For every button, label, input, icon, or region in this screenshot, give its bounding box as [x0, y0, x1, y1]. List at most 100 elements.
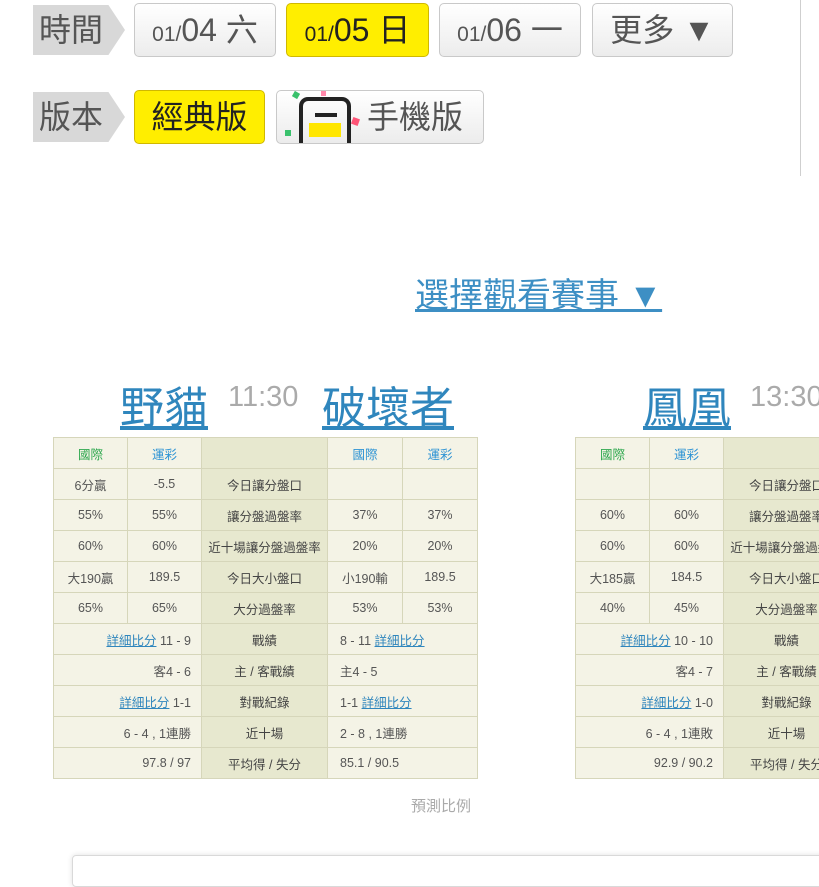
- date-button-0104[interactable]: 01/04 六: [134, 3, 276, 57]
- row-label: 大分過盤率: [724, 593, 819, 624]
- cell: 20%: [328, 531, 403, 562]
- confetti-pink-icon: [321, 91, 326, 96]
- table-row: 92.9 / 90.2 平均得 / 失分: [576, 748, 819, 779]
- table-row: 客4 - 7 主 / 客戰績: [576, 655, 819, 686]
- h2h-value: 1-1: [173, 696, 191, 710]
- cell: 大185贏: [576, 562, 650, 593]
- cell: 53%: [403, 593, 478, 624]
- table-row: 今日讓分盤口: [576, 469, 819, 500]
- classic-version-button[interactable]: 經典版: [134, 90, 265, 144]
- cell: 45%: [650, 593, 724, 624]
- time-row-label: 時間: [33, 5, 125, 55]
- row-label: 今日大小盤口: [202, 562, 328, 593]
- cell: 詳細比分 11 - 9: [54, 624, 202, 655]
- detail-score-link[interactable]: 詳細比分: [362, 696, 412, 710]
- detail-score-link[interactable]: 詳細比分: [106, 634, 156, 648]
- match-stats-table: 國際 運彩 國際 運彩 6分贏 -5.5 今日讓分盤口 55% 55% 讓分盤過…: [53, 437, 478, 779]
- table-row: 6 - 4 , 1連勝 近十場 2 - 8 , 1連勝: [54, 717, 478, 748]
- away-team-link-2[interactable]: 鳳凰: [643, 372, 731, 436]
- match-time: 11:30: [228, 381, 298, 414]
- cell: 1-1 詳細比分: [328, 686, 478, 717]
- more-dates-button[interactable]: 更多 ▼: [592, 3, 733, 57]
- bottom-panel: [72, 855, 819, 887]
- h2h-value: 1-0: [695, 696, 713, 710]
- cell: 60%: [54, 531, 128, 562]
- date-month: 01/: [152, 23, 181, 46]
- row-label: 戰績: [724, 624, 819, 655]
- phone-screen-highlight: [309, 123, 341, 137]
- mobile-version-label: 手機版: [367, 99, 463, 135]
- detail-score-link[interactable]: 詳細比分: [119, 696, 169, 710]
- table-row: 55% 55% 讓分盤過盤率 37% 37%: [54, 500, 478, 531]
- col-header-lottery: 運彩: [128, 438, 202, 469]
- table-row: 詳細比分 1-0 對戰紀錄: [576, 686, 819, 717]
- cell: 37%: [328, 500, 403, 531]
- table-row: 60% 60% 讓分盤過盤率: [576, 500, 819, 531]
- table-row: 詳細比分 1-1 對戰紀錄 1-1 詳細比分: [54, 686, 478, 717]
- choose-game-link[interactable]: 選擇觀看賽事 ▼: [415, 268, 662, 317]
- row-label: 今日大小盤口: [724, 562, 819, 593]
- home-team-link[interactable]: 破壞者: [322, 372, 454, 436]
- phone-icon: [299, 97, 351, 143]
- date-month: 01/: [305, 23, 334, 46]
- detail-score-link[interactable]: 詳細比分: [641, 696, 691, 710]
- cell: -5.5: [128, 469, 202, 500]
- table-row: 大190贏 189.5 今日大小盤口 小190輸 189.5: [54, 562, 478, 593]
- row-label: 戰績: [202, 624, 328, 655]
- confetti-green-icon-2: [285, 130, 291, 136]
- cell: 6 - 4 , 1連勝: [54, 717, 202, 748]
- date-day: 04 六: [181, 12, 258, 48]
- date-day: 06 一: [486, 12, 563, 48]
- col-header-intl: 國際: [328, 438, 403, 469]
- cell: 主4 - 5: [328, 655, 478, 686]
- row-label: 今日讓分盤口: [202, 469, 328, 500]
- row-label: 讓分盤過盤率: [724, 500, 819, 531]
- row-label: 近十場: [202, 717, 328, 748]
- cell: [576, 469, 650, 500]
- record-value: 8 - 11: [340, 634, 371, 648]
- date-button-0106[interactable]: 01/06 一: [439, 3, 581, 57]
- cell: 8 - 11 詳細比分: [328, 624, 478, 655]
- col-header-intl: 國際: [54, 438, 128, 469]
- cell: [403, 469, 478, 500]
- classic-version-label: 經典版: [151, 99, 247, 135]
- row-label: 主 / 客戰績: [202, 655, 328, 686]
- col-header-lottery: 運彩: [650, 438, 724, 469]
- cell: 60%: [650, 500, 724, 531]
- table-row: 40% 45% 大分過盤率: [576, 593, 819, 624]
- col-header-blank: [202, 438, 328, 469]
- row-label: 今日讓分盤口: [724, 469, 819, 500]
- cell: 2 - 8 , 1連勝: [328, 717, 478, 748]
- cell: 60%: [576, 500, 650, 531]
- away-team-link[interactable]: 野貓: [120, 372, 208, 436]
- detail-score-link[interactable]: 詳細比分: [375, 634, 425, 648]
- detail-score-link[interactable]: 詳細比分: [621, 634, 671, 648]
- table-row: 60% 60% 近十場讓分盤過盤率: [576, 531, 819, 562]
- cell: 189.5: [128, 562, 202, 593]
- row-label: 平均得 / 失分: [202, 748, 328, 779]
- right-divider: [800, 0, 801, 176]
- cell: 客4 - 7: [576, 655, 724, 686]
- table-row: 詳細比分 11 - 9 戰績 8 - 11 詳細比分: [54, 624, 478, 655]
- table-row: 大185贏 184.5 今日大小盤口: [576, 562, 819, 593]
- cell: 60%: [650, 531, 724, 562]
- table-row: 97.8 / 97 平均得 / 失分 85.1 / 90.5: [54, 748, 478, 779]
- cell: 6 - 4 , 1連敗: [576, 717, 724, 748]
- record-value: 10 - 10: [674, 634, 713, 648]
- row-label: 近十場: [724, 717, 819, 748]
- table-row: 國際 運彩: [576, 438, 819, 469]
- prediction-ratio-label: 預測比例: [411, 795, 471, 816]
- h2h-value: 1-1: [340, 696, 358, 710]
- cell: 97.8 / 97: [54, 748, 202, 779]
- date-button-0105[interactable]: 01/05 日: [286, 3, 429, 57]
- col-header-intl: 國際: [576, 438, 650, 469]
- cell: 55%: [54, 500, 128, 531]
- row-label: 近十場讓分盤過盤率: [202, 531, 328, 562]
- col-header-lottery: 運彩: [403, 438, 478, 469]
- cell: 92.9 / 90.2: [576, 748, 724, 779]
- cell: 65%: [128, 593, 202, 624]
- cell: 大190贏: [54, 562, 128, 593]
- table-row: 6 - 4 , 1連敗 近十場: [576, 717, 819, 748]
- table-row: 65% 65% 大分過盤率 53% 53%: [54, 593, 478, 624]
- row-label: 對戰紀錄: [724, 686, 819, 717]
